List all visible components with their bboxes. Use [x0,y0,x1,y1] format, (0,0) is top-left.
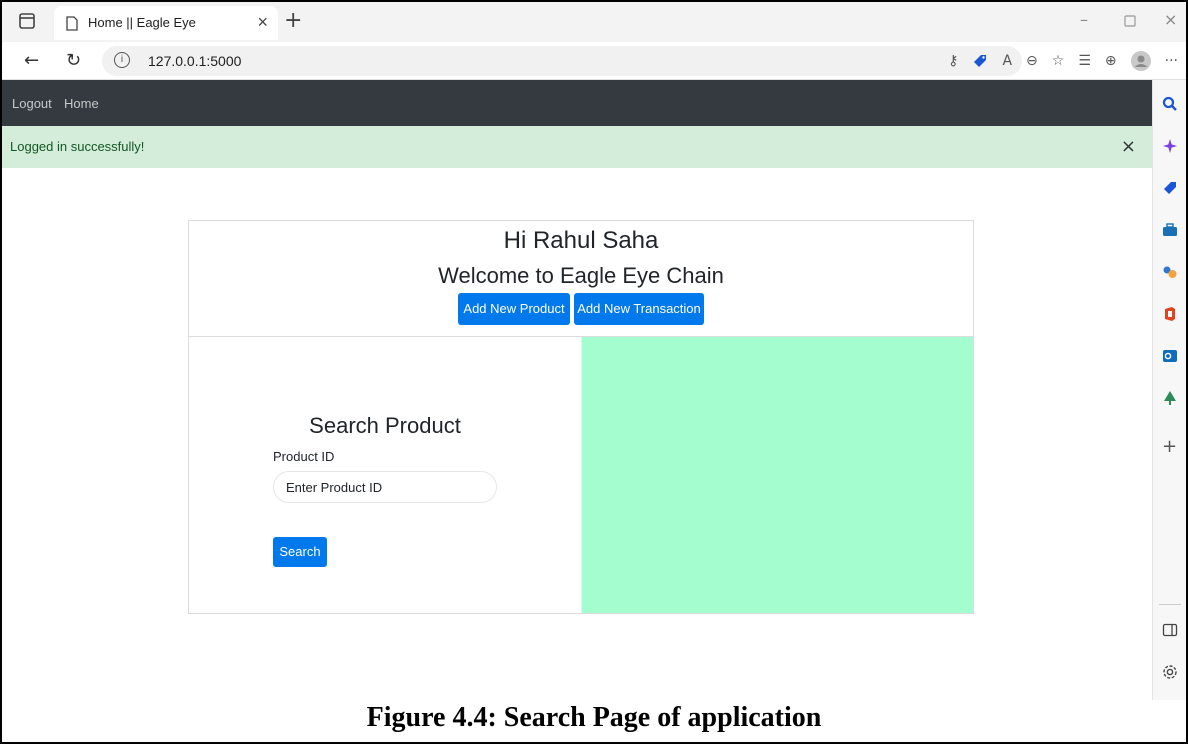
minimize-icon[interactable]: – [1080,10,1088,29]
search-button[interactable]: Search [273,537,327,567]
browser-sidebar: + [1152,80,1186,700]
tree-icon[interactable] [1162,390,1178,406]
search-pane: Search Product Product ID Search [189,337,581,613]
alert-message: Logged in successfully! [10,139,145,154]
window-close-icon[interactable]: × [1164,10,1177,29]
nav-link-logout[interactable]: Logout [12,96,52,111]
welcome-heading: Welcome to Eagle Eye Chain [438,263,724,288]
key-icon[interactable]: ⚷ [948,53,958,69]
read-aloud-icon[interactable]: A [1002,53,1012,69]
page-icon [66,16,78,31]
add-sidebar-icon[interactable]: + [1162,436,1178,457]
shopping-tag-icon[interactable] [1162,180,1178,196]
address-bar[interactable]: i 127.0.0.1:5000 [102,46,1022,76]
office-icon[interactable] [1162,306,1178,322]
result-pane [581,337,973,613]
new-tab-icon[interactable]: + [284,8,302,33]
profile-avatar-icon[interactable] [1130,51,1151,71]
tab-title: Home || Eagle Eye [88,15,196,30]
figure-caption: Figure 4.4: Search Page of application [366,702,822,733]
alert-close-icon[interactable]: × [1121,136,1136,157]
site-info-icon[interactable]: i [114,52,130,68]
page-viewport: Logout Home Logged in successfully! × Hi… [2,80,1152,700]
dashboard-card: Hi Rahul Saha Welcome to Eagle Eye Chain… [188,220,974,614]
games-icon[interactable] [1162,264,1178,280]
product-id-input[interactable] [273,471,497,503]
coupon-tag-icon[interactable] [972,53,988,69]
search-title: Search Product [309,413,461,438]
outlook-icon[interactable] [1162,348,1178,364]
settings-gear-icon[interactable] [1162,664,1178,680]
add-new-product-button[interactable]: Add New Product [458,293,570,325]
maximize-icon[interactable] [1124,15,1136,27]
favorite-add-icon[interactable]: ☆ [1052,53,1065,69]
success-alert: Logged in successfully! × [2,126,1152,168]
back-icon[interactable]: ← [24,50,39,71]
more-icon[interactable]: ··· [1165,53,1178,69]
product-id-label: Product ID [273,449,335,464]
screenshot-frame: Home || Eagle Eye × + – × ← ↻ i 127.0.0.… [0,0,1188,744]
search-icon[interactable] [1162,96,1178,112]
zoom-icon[interactable]: ⊖ [1026,53,1038,69]
sidebar-divider [1159,604,1181,605]
card-header: Hi Rahul Saha Welcome to Eagle Eye Chain… [189,221,973,337]
hide-sidebar-icon[interactable] [1162,622,1178,638]
browser-tab[interactable]: Home || Eagle Eye × [54,6,278,40]
nav-link-home[interactable]: Home [64,96,99,111]
copilot-sparkle-icon[interactable] [1162,138,1178,154]
greeting-heading: Hi Rahul Saha [503,227,659,254]
collections-icon[interactable]: ⊕ [1105,53,1117,69]
refresh-icon[interactable]: ↻ [66,50,81,71]
toolbar-icons: ⚷ A ⊖ ☆ ☰ ⊕ ··· [948,51,1178,71]
favorites-icon[interactable]: ☰ [1078,53,1091,69]
tools-briefcase-icon[interactable] [1162,222,1178,238]
address-bar-row: ← ↻ i 127.0.0.1:5000 ⚷ A ⊖ ☆ ☰ ⊕ ··· [2,42,1186,80]
browser-tab-bar: Home || Eagle Eye × + – × [2,2,1186,42]
url-text[interactable]: 127.0.0.1:5000 [148,53,241,69]
site-navbar: Logout Home [2,80,1152,126]
add-new-transaction-button[interactable]: Add New Transaction [574,293,704,325]
tab-actions-icon[interactable] [18,12,36,30]
tab-close-icon[interactable]: × [257,12,268,33]
